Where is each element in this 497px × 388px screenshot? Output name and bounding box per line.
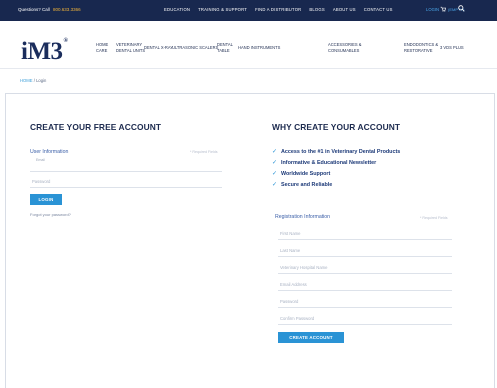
register-password-placeholder: Password	[280, 299, 299, 304]
top-nav-about[interactable]: ABOUT US	[333, 7, 356, 12]
nav-hand-instruments[interactable]: HAND INSTRUMENTS	[238, 45, 280, 51]
nav-xray-line1: DENTAL X-RAY	[144, 45, 174, 50]
email-address-placeholder: Email Address	[280, 282, 307, 287]
content-top-divider	[5, 93, 495, 94]
registration-required-note: * Required Fields	[420, 216, 448, 220]
benefit-item: ✓ Informative & Educational Newsletter	[272, 157, 400, 168]
nav-home-care[interactable]: HOME CARE	[96, 42, 108, 54]
phone-number-link[interactable]: 800.633.3366	[53, 7, 81, 12]
nav-ultrasonic-scalers[interactable]: ULTRASONIC SCALERS	[172, 45, 218, 51]
benefits-list: ✓ Access to the #1 in Veterinary Dental …	[272, 146, 400, 190]
checkmark-icon: ✓	[272, 170, 278, 177]
checkmark-icon: ✓	[272, 181, 278, 188]
content-left-border	[5, 93, 6, 388]
benefit-item: ✓ Access to the #1 in Veterinary Dental …	[272, 146, 400, 157]
why-create-account-heading: WHY CREATE YOUR ACCOUNT	[272, 122, 401, 132]
phone-label: Questions? Call	[18, 7, 50, 12]
first-name-field[interactable]: First Name	[278, 228, 452, 240]
login-link[interactable]: LOGIN	[426, 7, 439, 12]
checkmark-icon: ✓	[272, 159, 278, 166]
im3-logo[interactable]: iM3®	[21, 38, 68, 66]
confirm-password-placeholder: Confirm Password	[280, 316, 315, 321]
email-address-field[interactable]: Email Address	[278, 279, 452, 291]
create-account-button[interactable]: CREATE ACCOUNT	[278, 332, 344, 343]
nav-dental-xray[interactable]: DENTAL X-RAY	[144, 45, 173, 51]
checkmark-icon: ✓	[272, 148, 278, 155]
nav-accessories-line2: CONSUMABLES	[328, 48, 360, 53]
nav-endodontics[interactable]: ENDODONTICS & RESTORATIVE	[404, 42, 438, 54]
hospital-name-field[interactable]: Veterinary Hospital Name	[278, 262, 452, 274]
required-fields-note: * Required Fields	[190, 150, 218, 154]
login-button[interactable]: LOGIN	[30, 194, 62, 205]
benefit-text: Worldwide Support	[281, 170, 331, 177]
logo-registered-mark: ®	[63, 38, 68, 44]
benefit-text: Informative & Educational Newsletter	[281, 159, 377, 166]
nav-instruments-line1: HAND INSTRUMENTS	[238, 45, 281, 50]
forgot-password-link[interactable]: Forgot your password?	[30, 212, 71, 217]
content-right-border	[494, 93, 495, 388]
top-nav: EDUCATION TRAINING & SUPPORT FIND A DIST…	[164, 7, 393, 12]
logo-text: iM3	[21, 38, 63, 65]
nav-accessories[interactable]: ACCESSORIES & CONSUMABLES	[328, 42, 361, 54]
breadcrumb-current: Login	[36, 78, 47, 83]
benefit-item: ✓ Secure and Reliable	[272, 179, 400, 190]
nav-3vds-line1: 3 VDS PLUS	[440, 45, 464, 50]
register-password-field[interactable]: Password	[278, 296, 452, 308]
benefit-text: Access to the #1 in Veterinary Dental Pr…	[281, 148, 401, 155]
last-name-placeholder: Last Name	[280, 248, 301, 253]
breadcrumb: HOME / Login	[20, 78, 46, 83]
breadcrumb-separator: /	[33, 78, 35, 83]
nav-scalers-line1: ULTRASONIC SCALERS	[172, 45, 219, 50]
top-nav-distributor[interactable]: FIND A DISTRIBUTOR	[255, 7, 301, 12]
nav-vdu-line2: DENTAL UNITS	[116, 48, 146, 53]
registration-information-label: Registration Information	[275, 214, 331, 220]
nav-veterinary-dental-units[interactable]: VETERINARY DENTAL UNITS	[116, 42, 145, 54]
nav-3vds-plus[interactable]: 3 VDS PLUS	[440, 45, 464, 51]
email-field[interactable]	[30, 160, 222, 172]
nav-dental-table[interactable]: DENTAL TABLE	[217, 42, 233, 54]
top-utility-bar: Questions? Call 800.633.3366 EDUCATION T…	[0, 0, 497, 21]
password-field[interactable]: Password	[30, 176, 222, 188]
breadcrumb-home[interactable]: HOME	[20, 78, 33, 83]
nav-home-care-line2: CARE	[96, 48, 108, 53]
first-name-placeholder: First Name	[280, 231, 301, 236]
top-nav-education[interactable]: EDUCATION	[164, 7, 190, 12]
confirm-password-field[interactable]: Confirm Password	[278, 313, 452, 325]
nav-endo-line2: RESTORATIVE	[404, 48, 433, 53]
last-name-field[interactable]: Last Name	[278, 245, 452, 257]
nav-table-line2: TABLE	[217, 48, 230, 53]
benefit-item: ✓ Worldwide Support	[272, 168, 400, 179]
cart-icon	[440, 6, 446, 12]
benefit-text: Secure and Reliable	[281, 181, 333, 188]
user-information-label: User Information	[30, 149, 69, 155]
top-nav-blogs[interactable]: BLOGS	[309, 7, 324, 12]
top-nav-training[interactable]: TRAINING & SUPPORT	[198, 7, 247, 12]
create-account-heading: CREATE YOUR FREE ACCOUNT	[30, 122, 162, 132]
contact-phone: Questions? Call 800.633.3366	[18, 7, 81, 12]
top-nav-contact[interactable]: CONTACT US	[364, 7, 393, 12]
search-icon[interactable]	[458, 5, 465, 12]
hospital-name-placeholder: Veterinary Hospital Name	[280, 265, 328, 270]
password-placeholder: Password	[32, 179, 51, 184]
